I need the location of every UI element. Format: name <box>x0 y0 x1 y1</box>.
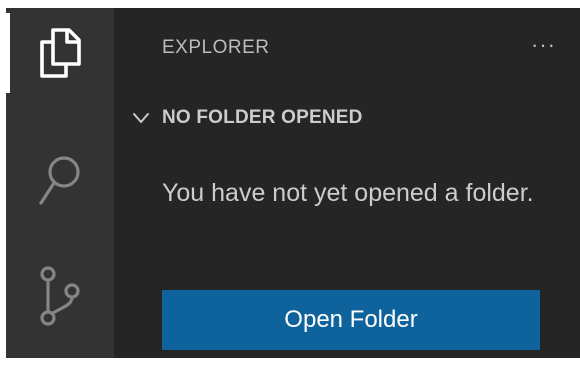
vscode-window: EXPLORER ··· NO FOLDER OPENED You have n… <box>6 8 580 358</box>
sidebar-title: EXPLORER <box>162 37 270 58</box>
activity-bar <box>6 8 114 358</box>
explorer-sidebar: EXPLORER ··· NO FOLDER OPENED You have n… <box>114 8 580 358</box>
section-title: NO FOLDER OPENED <box>162 107 363 128</box>
no-folder-section-header[interactable]: NO FOLDER OPENED <box>128 104 570 132</box>
activity-item-search[interactable] <box>6 141 114 221</box>
source-control-icon <box>39 265 81 327</box>
files-icon <box>37 26 83 80</box>
search-icon <box>37 153 83 209</box>
chevron-down-icon <box>128 108 154 128</box>
open-folder-button[interactable]: Open Folder <box>162 290 540 350</box>
activity-item-explorer[interactable] <box>6 13 114 93</box>
sidebar-header: EXPLORER ··· <box>162 34 556 62</box>
more-actions-button[interactable]: ··· <box>531 34 556 62</box>
empty-folder-message: You have not yet opened a folder. <box>162 179 534 207</box>
activity-item-source-control[interactable] <box>6 256 114 336</box>
